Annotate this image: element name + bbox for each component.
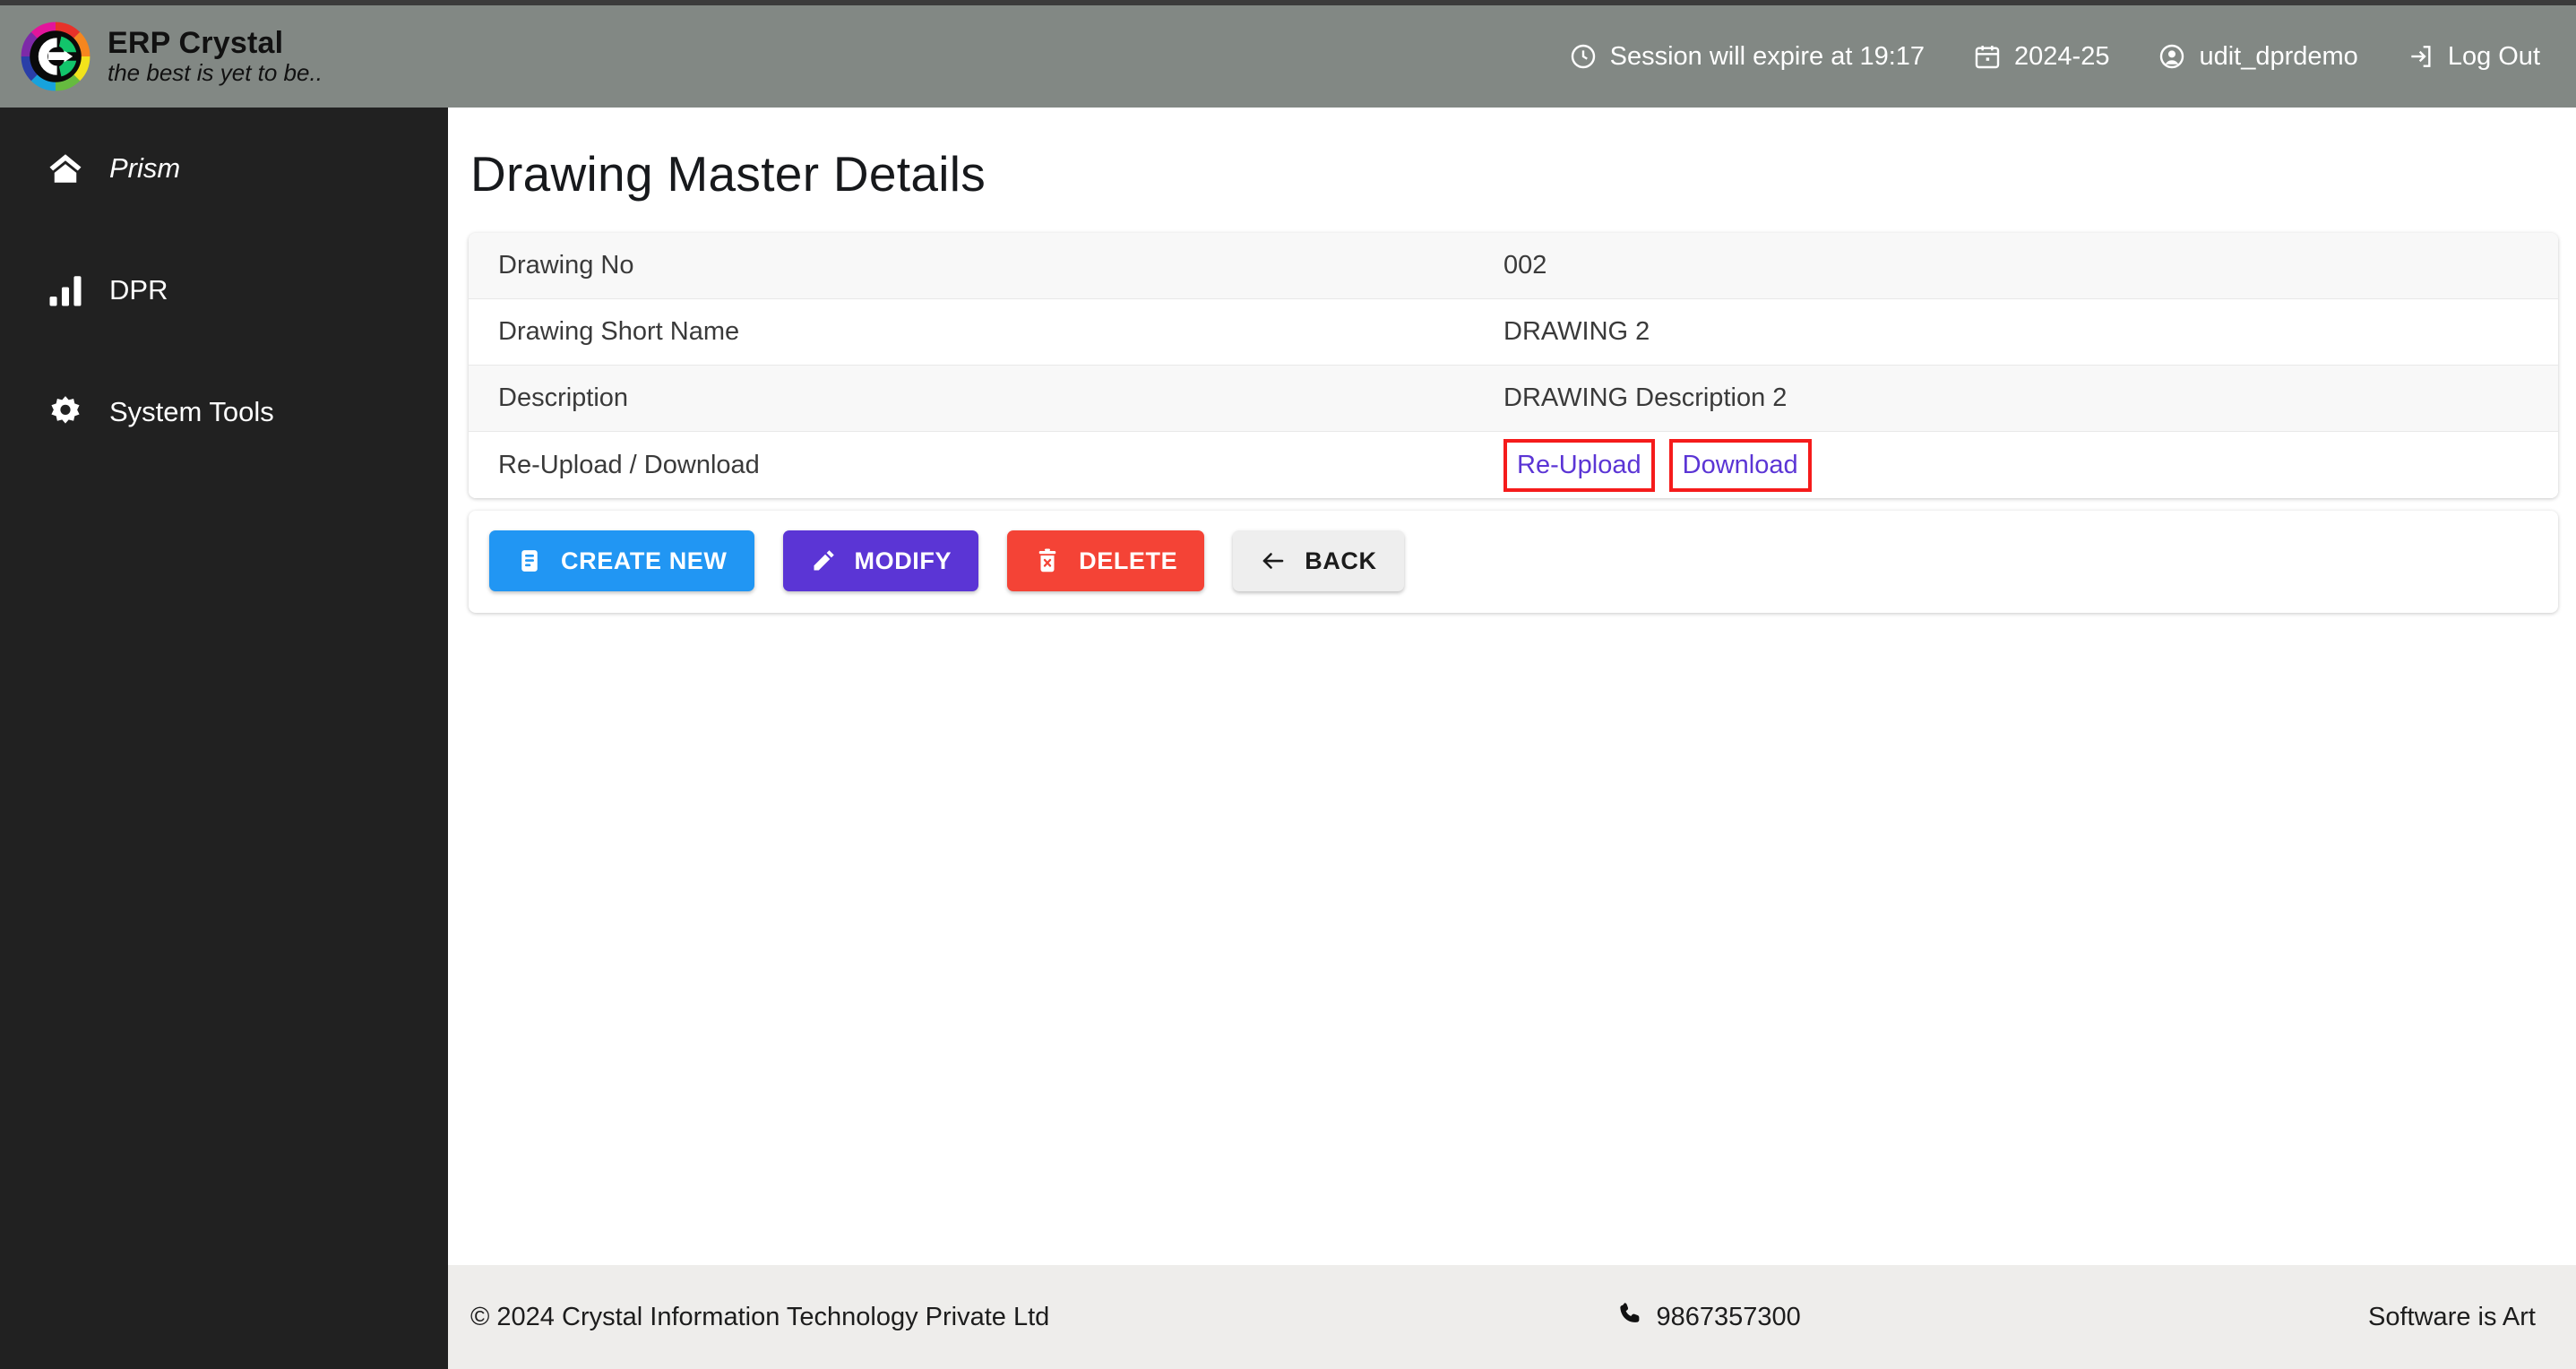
delete-label: DELETE <box>1079 547 1178 574</box>
reupload-link[interactable]: Re-Upload <box>1515 449 1643 482</box>
table-row: Drawing No 002 <box>469 233 2558 299</box>
clock-icon <box>1569 42 1598 71</box>
row-label-description: Description <box>498 383 629 412</box>
table-row: Drawing Short Name DRAWING 2 <box>469 299 2558 366</box>
sidebar-item-label-system-tools: System Tools <box>109 396 274 427</box>
sidebar-item-prism[interactable]: Prism <box>0 108 448 229</box>
footer-copyright: © 2024 Crystal Information Technology Pr… <box>470 1302 1050 1331</box>
gear-icon <box>45 392 86 433</box>
session-expiry-label: Session will expire at 19:17 <box>1609 41 1926 71</box>
main-content: Drawing Master Details Drawing No 002 Dr… <box>448 108 2576 1265</box>
back-label: BACK <box>1305 547 1377 574</box>
download-link[interactable]: Download <box>1681 449 1800 482</box>
row-value-drawing-no: 002 <box>1503 251 1547 280</box>
table-row: Re-Upload / Download Re-Upload Download <box>469 432 2558 498</box>
back-button[interactable]: BACK <box>1233 530 1404 591</box>
app-header: ERP Crystal the best is yet to be.. Sess… <box>0 5 2576 108</box>
create-new-label: CREATE NEW <box>561 547 728 574</box>
table-row: Description DRAWING Description 2 <box>469 366 2558 432</box>
brand-title: ERP Crystal <box>108 25 284 60</box>
page-title: Drawing Master Details <box>470 146 986 202</box>
fiscal-year[interactable]: 2024-25 <box>1973 42 2109 72</box>
user-account-label: udit_dprdemo <box>2199 41 2358 71</box>
calendar-icon <box>1973 42 2002 71</box>
header-right-group: Session will expire at 19:17 2024-25 udi… <box>448 42 2576 72</box>
row-value-reupload-download: Re-Upload Download <box>1503 438 2558 492</box>
session-expiry: Session will expire at 19:17 <box>1569 42 1925 72</box>
row-value-drawing-short-name: DRAWING 2 <box>1503 317 1650 346</box>
sidebar-item-system-tools[interactable]: System Tools <box>0 351 448 473</box>
arrow-left-icon <box>1260 547 1287 574</box>
logout-icon <box>2407 42 2435 71</box>
sidebar-item-dpr[interactable]: DPR <box>0 229 448 351</box>
create-new-button[interactable]: CREATE NEW <box>489 530 754 591</box>
brand-tagline: the best is yet to be.. <box>108 59 323 87</box>
row-label-reupload-download: Re-Upload / Download <box>498 450 760 479</box>
brand-text: ERP Crystal the best is yet to be.. <box>108 25 323 87</box>
phone-icon <box>1617 1300 1644 1334</box>
bar-chart-icon <box>45 270 86 311</box>
row-value-description: DRAWING Description 2 <box>1503 383 1788 412</box>
row-label-drawing-no: Drawing No <box>498 251 634 280</box>
user-circle-icon <box>2158 42 2186 71</box>
trash-x-icon <box>1034 547 1061 574</box>
document-list-icon <box>516 547 543 574</box>
row-label-drawing-short-name: Drawing Short Name <box>498 317 740 346</box>
drawing-details-table: Drawing No 002 Drawing Short Name DRAWIN… <box>469 233 2558 498</box>
footer-tagline: Software is Art <box>2368 1302 2536 1331</box>
modify-button[interactable]: MODIFY <box>782 530 979 591</box>
sidebar-item-label-dpr: DPR <box>109 274 168 306</box>
modify-label: MODIFY <box>854 547 952 574</box>
erp-crystal-logo-icon <box>20 21 91 92</box>
footer-contact: 9867357300 <box>1049 1300 2368 1334</box>
logout-button[interactable]: Log Out <box>2407 42 2540 72</box>
sidebar-item-label-prism: Prism <box>109 152 181 184</box>
footer-phone-number: 9867357300 <box>1656 1302 1801 1331</box>
pencil-icon <box>810 547 837 574</box>
fiscal-year-label: 2024-25 <box>2014 41 2110 71</box>
app-root: ERP Crystal the best is yet to be.. Sess… <box>0 0 2576 1369</box>
reupload-highlight-box: Re-Upload <box>1503 438 1655 492</box>
action-buttons-bar: CREATE NEW MODIFY DELETE BACK <box>469 511 2558 613</box>
download-highlight-box: Download <box>1668 438 1812 492</box>
sidebar: Prism DPR System Tools <box>0 108 448 1369</box>
app-footer: © 2024 Crystal Information Technology Pr… <box>448 1265 2576 1369</box>
home-icon <box>45 148 86 189</box>
logout-label: Log Out <box>2447 41 2540 71</box>
delete-button[interactable]: DELETE <box>1007 530 1205 591</box>
brand-block: ERP Crystal the best is yet to be.. <box>0 21 448 92</box>
user-account[interactable]: udit_dprdemo <box>2158 41 2358 72</box>
